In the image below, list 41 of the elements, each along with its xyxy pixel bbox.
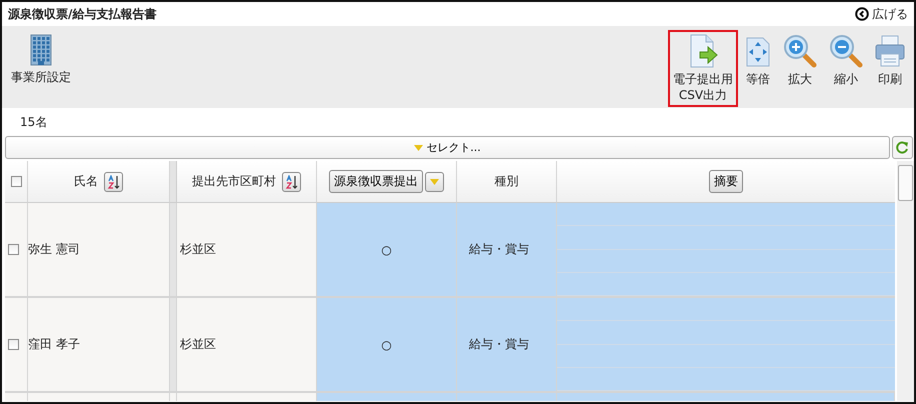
expand-link[interactable]: 広げる <box>855 6 908 22</box>
type-text: 給与・賞与 <box>469 241 529 258</box>
dropdown-button[interactable] <box>425 172 444 192</box>
column-header: 種別 <box>494 173 518 190</box>
name-text: 窪田 孝子 <box>28 336 80 353</box>
toolbar-button[interactable]: 電子提出用 CSV出力 <box>668 30 738 108</box>
submitted-mark: ○ <box>381 338 392 352</box>
column-header: 氏名 <box>74 173 98 190</box>
toolbar-button[interactable]: 等倍 <box>740 30 776 92</box>
window-title: 源泉徴収票/給与支払報告書 <box>8 6 156 22</box>
sort-button[interactable] <box>104 172 123 192</box>
printer-icon <box>875 34 905 68</box>
city-text: 杉並区 <box>180 241 216 258</box>
toolbar-button[interactable]: 拡大 <box>778 30 822 92</box>
toolbar-button[interactable]: 縮小 <box>824 30 868 92</box>
employee-count: 15名 <box>20 114 48 130</box>
select-bar[interactable]: セレクト... <box>5 136 890 159</box>
column-header-button[interactable]: 摘要 <box>709 170 743 193</box>
zoom-in-icon <box>783 34 817 68</box>
caret-icon <box>414 144 424 150</box>
checkbox[interactable] <box>10 176 22 187</box>
refresh-icon <box>896 141 909 154</box>
caret-icon <box>430 178 439 184</box>
sort-icon <box>284 174 298 188</box>
name-text: 弥生 憲司 <box>28 241 80 258</box>
type-text: 給与・賞与 <box>469 336 529 353</box>
toolbar-button[interactable]: 印刷 <box>870 30 910 92</box>
sort-icon <box>106 174 120 188</box>
column-header-button[interactable]: 源泉徴収票提出 <box>329 170 423 193</box>
column-header: 提出先市区町村 <box>192 173 276 190</box>
submitted-mark: ○ <box>381 242 392 256</box>
checkbox[interactable] <box>8 339 19 350</box>
toolbar-button[interactable]: 事業所設定 <box>6 30 76 90</box>
zoom-out-icon <box>829 34 863 68</box>
scrollbar[interactable] <box>897 161 914 401</box>
back-circle-icon <box>855 7 869 21</box>
checkbox[interactable] <box>8 244 19 255</box>
sort-button[interactable] <box>282 172 301 192</box>
refresh-button[interactable] <box>892 136 913 159</box>
city-text: 杉並区 <box>180 336 216 353</box>
building-icon <box>30 34 52 66</box>
